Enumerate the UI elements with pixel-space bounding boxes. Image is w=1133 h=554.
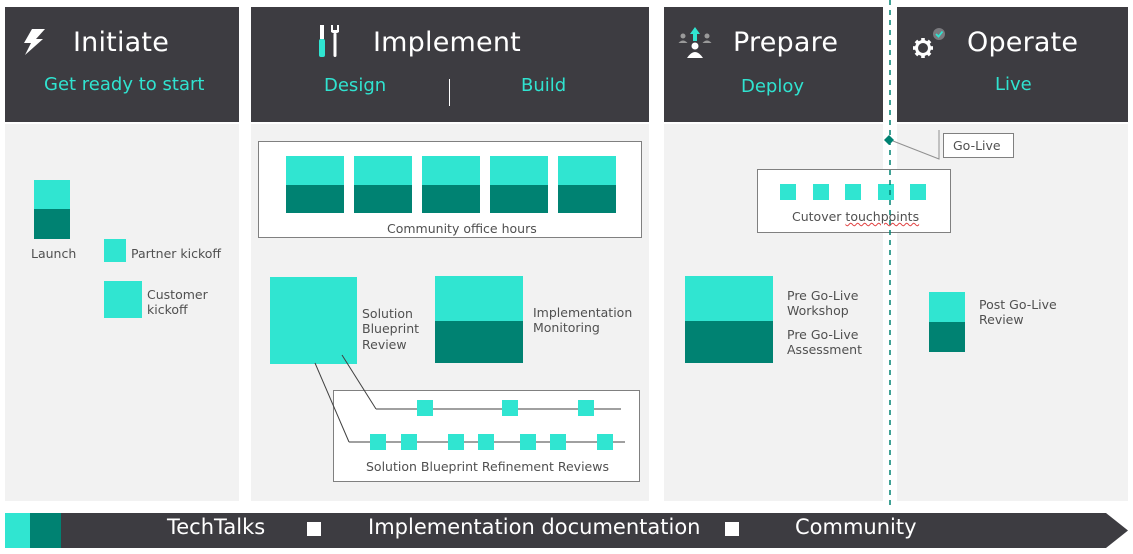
post-review-label-line1: Post Go-Live — [979, 297, 1057, 312]
post-review-block-bottom — [929, 322, 965, 352]
go-live-pointer — [892, 130, 940, 160]
bottom-item-implementation-docs[interactable]: Implementation documentation — [368, 515, 700, 539]
go-live-label: Go-Live — [953, 138, 1001, 153]
bullet-separator-2 — [725, 522, 739, 536]
bar-accent-dark — [30, 513, 61, 548]
bottom-item-community[interactable]: Community — [795, 515, 917, 539]
go-live-callout — [884, 130, 940, 160]
bullet-separator-1 — [307, 522, 321, 536]
go-live-diamond — [884, 135, 894, 145]
post-review-block-top — [929, 292, 965, 322]
bottom-item-techtalks[interactable]: TechTalks — [167, 515, 265, 539]
post-review-label-line2: Review — [979, 312, 1024, 327]
bar-accent-light — [5, 513, 30, 548]
